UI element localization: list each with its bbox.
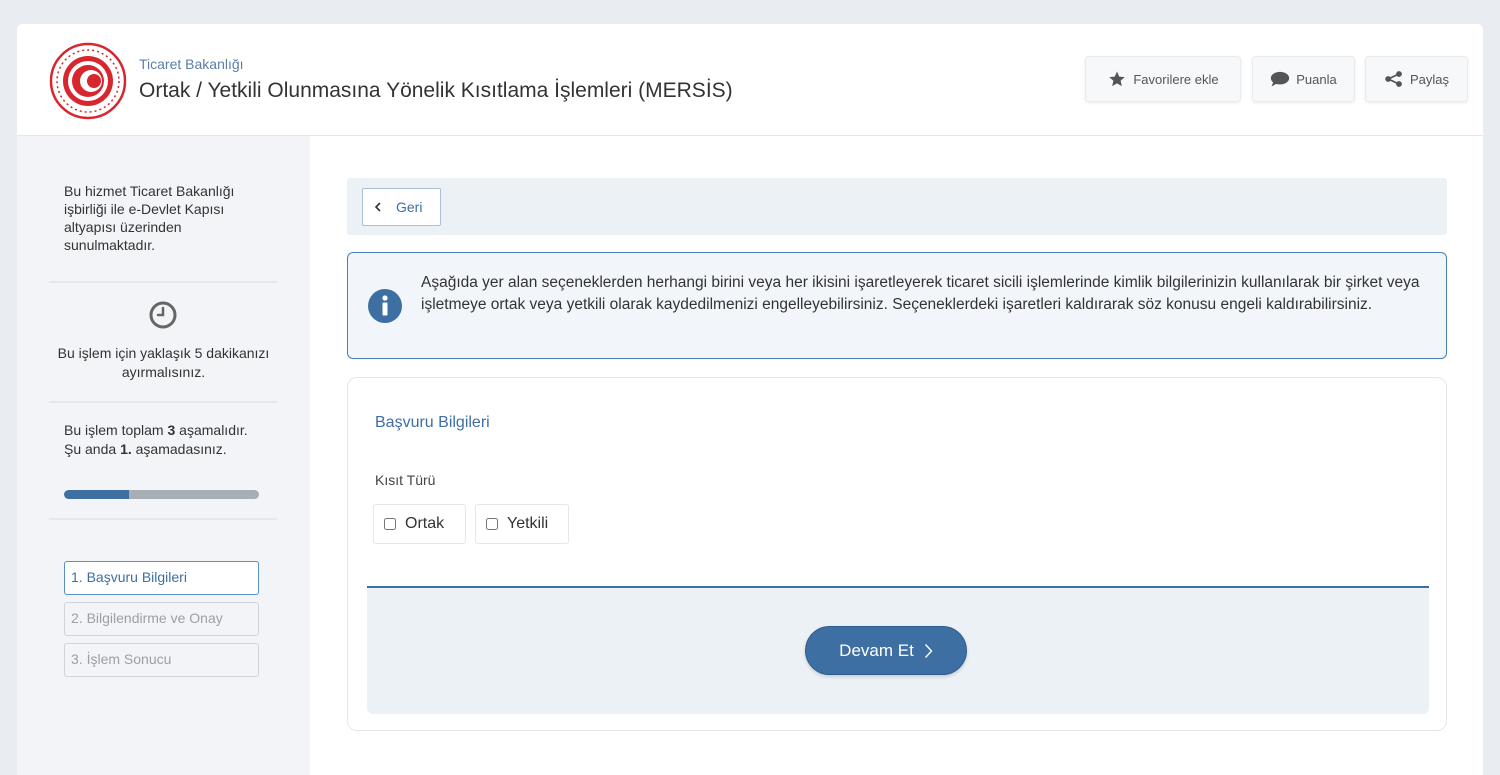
- application-form: Başvuru Bilgileri Kısıt Türü Ortak Yetki…: [347, 377, 1447, 731]
- rate-button[interactable]: Puanla: [1252, 56, 1355, 102]
- checkbox-ortak[interactable]: Ortak: [373, 504, 466, 544]
- sidebar: Bu hizmet Ticaret Bakanlığı işbirliği il…: [17, 136, 310, 775]
- back-button[interactable]: Geri: [362, 188, 441, 226]
- favorite-button[interactable]: Favorilere ekle: [1085, 56, 1241, 102]
- step-item[interactable]: 1. Başvuru Bilgileri: [64, 561, 259, 595]
- continue-label: Devam Et: [839, 640, 914, 660]
- progress-fill: [64, 490, 129, 499]
- info-text: Aşağıda yer alan seçeneklerden herhangi …: [421, 274, 1420, 313]
- star-icon: [1109, 71, 1126, 87]
- clock-icon: [149, 301, 177, 329]
- ortak-checkbox-input[interactable]: [384, 518, 396, 530]
- divider: [49, 401, 277, 403]
- rate-label: Puanla: [1296, 71, 1337, 87]
- ministry-emblem-icon: [49, 42, 127, 120]
- checkbox-yetkili[interactable]: Yetkili: [475, 504, 569, 544]
- divider: [49, 281, 277, 283]
- header: Ticaret Bakanlığı Ortak / Yetkili Olunma…: [17, 24, 1483, 136]
- favorite-label: Favorilere ekle: [1133, 71, 1219, 87]
- page-card: Ticaret Bakanlığı Ortak / Yetkili Olunma…: [17, 24, 1483, 775]
- restriction-type-label: Kısıt Türü: [375, 472, 436, 488]
- share-icon: [1385, 71, 1402, 87]
- back-label: Geri: [396, 199, 423, 215]
- org-name: Ticaret Bakanlığı: [139, 56, 244, 72]
- info-box: Aşağıda yer alan seçeneklerden herhangi …: [347, 252, 1447, 359]
- ortak-label: Ortak: [405, 515, 445, 532]
- step-info: Bu işlem toplam 3 aşamalıdır. Şu anda 1.…: [64, 422, 248, 457]
- share-button[interactable]: Paylaş: [1365, 56, 1468, 102]
- main-content: Geri Aşağıda yer alan seçeneklerden herh…: [310, 136, 1483, 775]
- step-item[interactable]: 2. Bilgilendirme ve Onay: [64, 602, 259, 636]
- chevron-left-icon: [374, 202, 381, 212]
- page-title: Ortak / Yetkili Olunmasına Yönelik Kısıt…: [139, 79, 733, 102]
- duration-info: Bu işlem için yaklaşık 5 dakikanızı ayır…: [57, 345, 270, 380]
- divider: [49, 518, 277, 520]
- info-icon: [368, 289, 402, 323]
- share-label: Paylaş: [1409, 71, 1450, 87]
- form-footer: Devam Et: [367, 586, 1429, 714]
- progress-bar: [64, 490, 259, 499]
- back-bar: Geri: [347, 178, 1447, 235]
- yetkili-label: Yetkili: [507, 515, 549, 532]
- continue-button[interactable]: Devam Et: [805, 626, 967, 675]
- chevron-right-icon: [924, 643, 933, 658]
- step-item[interactable]: 3. İşlem Sonucu: [64, 643, 259, 677]
- provider-info: Bu hizmet Ticaret Bakanlığı işbirliği il…: [64, 183, 235, 253]
- section-title: Başvuru Bilgileri: [375, 414, 490, 431]
- yetkili-checkbox-input[interactable]: [486, 518, 498, 530]
- speech-bubble-icon: [1271, 71, 1290, 87]
